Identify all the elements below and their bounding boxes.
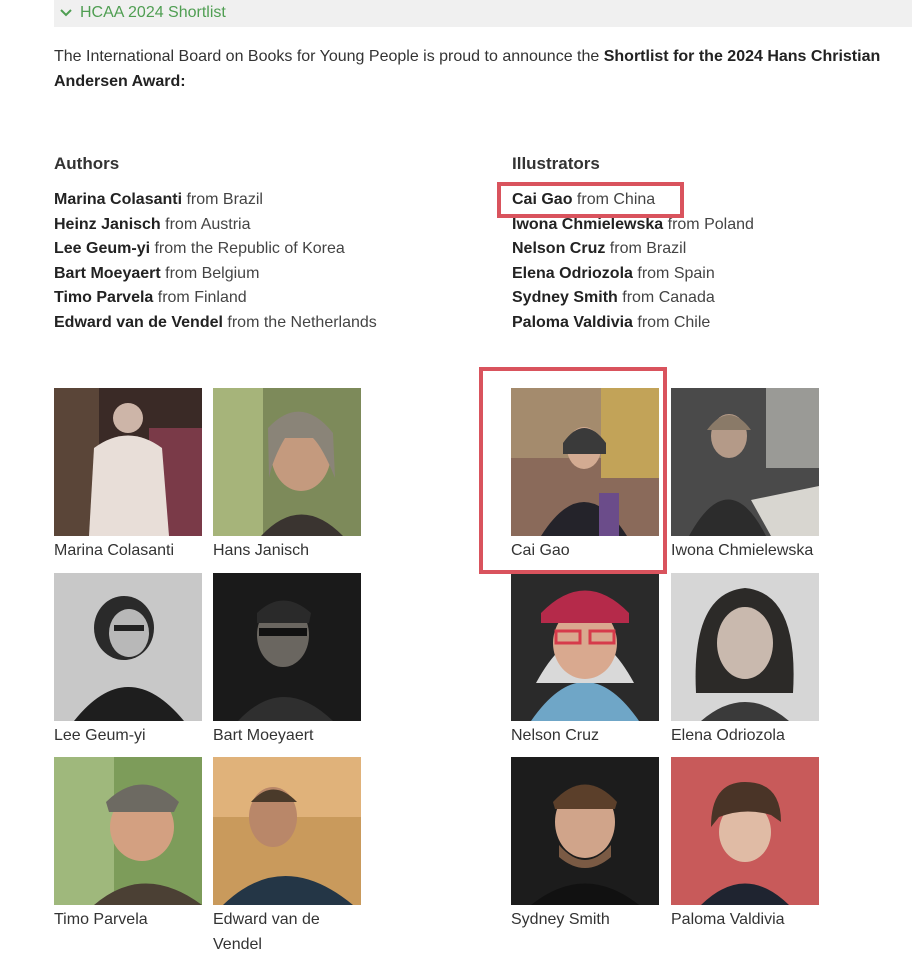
authors-list: Marina Colasanti from Brazil Heinz Janis… — [54, 188, 377, 336]
chevron-down-icon — [60, 9, 72, 17]
portrait-caption: Lee Geum-yi — [54, 727, 146, 744]
portrait-photo[interactable] — [671, 573, 819, 721]
illustrator-country: from Brazil — [605, 240, 687, 258]
portrait-photo[interactable] — [671, 388, 819, 536]
portrait-caption: Bart Moeyaert — [213, 727, 314, 744]
illustrator-country: from Chile — [632, 313, 711, 331]
portrait-caption: Edward van de Vendel — [213, 911, 320, 953]
portrait-tile[interactable]: Lee Geum-yi — [54, 573, 202, 748]
author-name: Timo Parvela — [54, 289, 154, 307]
illustrator-name: Paloma Valdivia — [512, 313, 633, 331]
portrait-tile[interactable]: Paloma Valdivia — [671, 757, 819, 932]
list-item: Marina Colasanti from Brazil — [54, 188, 377, 213]
portrait-caption: Marina Colasanti — [54, 542, 175, 559]
portrait-caption: Sydney Smith — [511, 911, 610, 928]
illustrator-country: from Poland — [663, 215, 754, 233]
author-country: from Austria — [160, 215, 251, 233]
intro-text: The International Board on Books for You… — [54, 48, 604, 65]
list-item: Nelson Cruz from Brazil — [512, 237, 754, 262]
portrait-tile[interactable]: Nelson Cruz — [511, 573, 659, 748]
author-country: from Belgium — [160, 264, 260, 282]
portrait-photo[interactable] — [213, 573, 361, 721]
portrait-photo[interactable] — [54, 573, 202, 721]
portrait-tile[interactable]: Sydney Smith — [511, 757, 659, 932]
author-name: Marina Colasanti — [54, 191, 183, 208]
author-country: from the Republic of Korea — [150, 240, 345, 258]
illustrators-list: Cai Gao from China Iwona Chmielewska fro… — [512, 188, 754, 336]
intro-paragraph: The International Board on Books for You… — [54, 44, 912, 94]
portrait-tile[interactable]: Edward van de Vendel — [213, 757, 361, 957]
portrait-photo[interactable] — [511, 388, 659, 536]
portrait-photo[interactable] — [54, 388, 202, 536]
portrait-caption: Paloma Valdivia — [671, 911, 785, 928]
illustrator-name: Elena Odriozola — [512, 264, 633, 282]
author-name: Lee Geum-yi — [54, 240, 151, 258]
author-name: Heinz Janisch — [54, 215, 161, 233]
portrait-tile[interactable]: Marina Colasanti — [54, 388, 202, 563]
list-item: Timo Parvela from Finland — [54, 286, 377, 311]
list-item: Lee Geum-yi from the Republic of Korea — [54, 237, 377, 262]
portrait-tile[interactable]: Elena Odriozola — [671, 573, 819, 748]
illustrator-name: Cai Gao — [512, 191, 573, 208]
portrait-photo[interactable] — [511, 757, 659, 905]
author-country: from Brazil — [182, 191, 263, 208]
portrait-photo[interactable] — [213, 757, 361, 905]
portrait-photo[interactable] — [671, 757, 819, 905]
list-item: Paloma Valdivia from Chile — [512, 311, 754, 336]
list-item: Iwona Chmielewska from Poland — [512, 213, 754, 238]
illustrator-country: from China — [572, 191, 656, 208]
illustrator-country: from Spain — [632, 264, 715, 282]
portrait-photo[interactable] — [213, 388, 361, 536]
list-item: Elena Odriozola from Spain — [512, 262, 754, 287]
illustrator-name: Iwona Chmielewska — [512, 215, 664, 233]
illustrator-country: from Canada — [617, 289, 715, 307]
list-item: Edward van de Vendel from the Netherland… — [54, 311, 377, 336]
author-country: from the Netherlands — [222, 313, 377, 331]
portrait-tile[interactable]: Bart Moeyaert — [213, 573, 361, 748]
illustrators-heading: Illustrators — [512, 154, 600, 173]
portrait-tile[interactable]: Iwona Chmielewska — [671, 388, 819, 563]
portrait-photo[interactable] — [54, 757, 202, 905]
illustrator-name: Sydney Smith — [512, 289, 618, 307]
section-toggle-label: HCAA 2024 Shortlist — [80, 4, 226, 21]
author-country: from Finland — [153, 289, 247, 307]
portrait-tile[interactable]: Timo Parvela — [54, 757, 202, 932]
portrait-caption: Elena Odriozola — [671, 727, 785, 744]
portrait-caption: Nelson Cruz — [511, 727, 600, 744]
list-item: Cai Gao from China — [512, 188, 754, 213]
list-item: Bart Moeyaert from Belgium — [54, 262, 377, 287]
portrait-caption: Cai Gao — [511, 542, 570, 559]
author-name: Bart Moeyaert — [54, 264, 161, 282]
author-name: Edward van de Vendel — [54, 313, 223, 331]
portrait-photo[interactable] — [511, 573, 659, 721]
portrait-caption: Timo Parvela — [54, 911, 148, 928]
list-item: Heinz Janisch from Austria — [54, 213, 377, 238]
section-toggle[interactable]: HCAA 2024 Shortlist — [59, 3, 226, 23]
authors-heading: Authors — [54, 154, 120, 173]
portrait-caption: Hans Janisch — [213, 542, 310, 559]
illustrator-name: Nelson Cruz — [512, 240, 606, 258]
list-item: Sydney Smith from Canada — [512, 286, 754, 311]
portrait-tile[interactable]: Hans Janisch — [213, 388, 361, 563]
portrait-tile[interactable]: Cai Gao — [511, 388, 659, 563]
portrait-caption: Iwona Chmielewska — [671, 542, 814, 559]
